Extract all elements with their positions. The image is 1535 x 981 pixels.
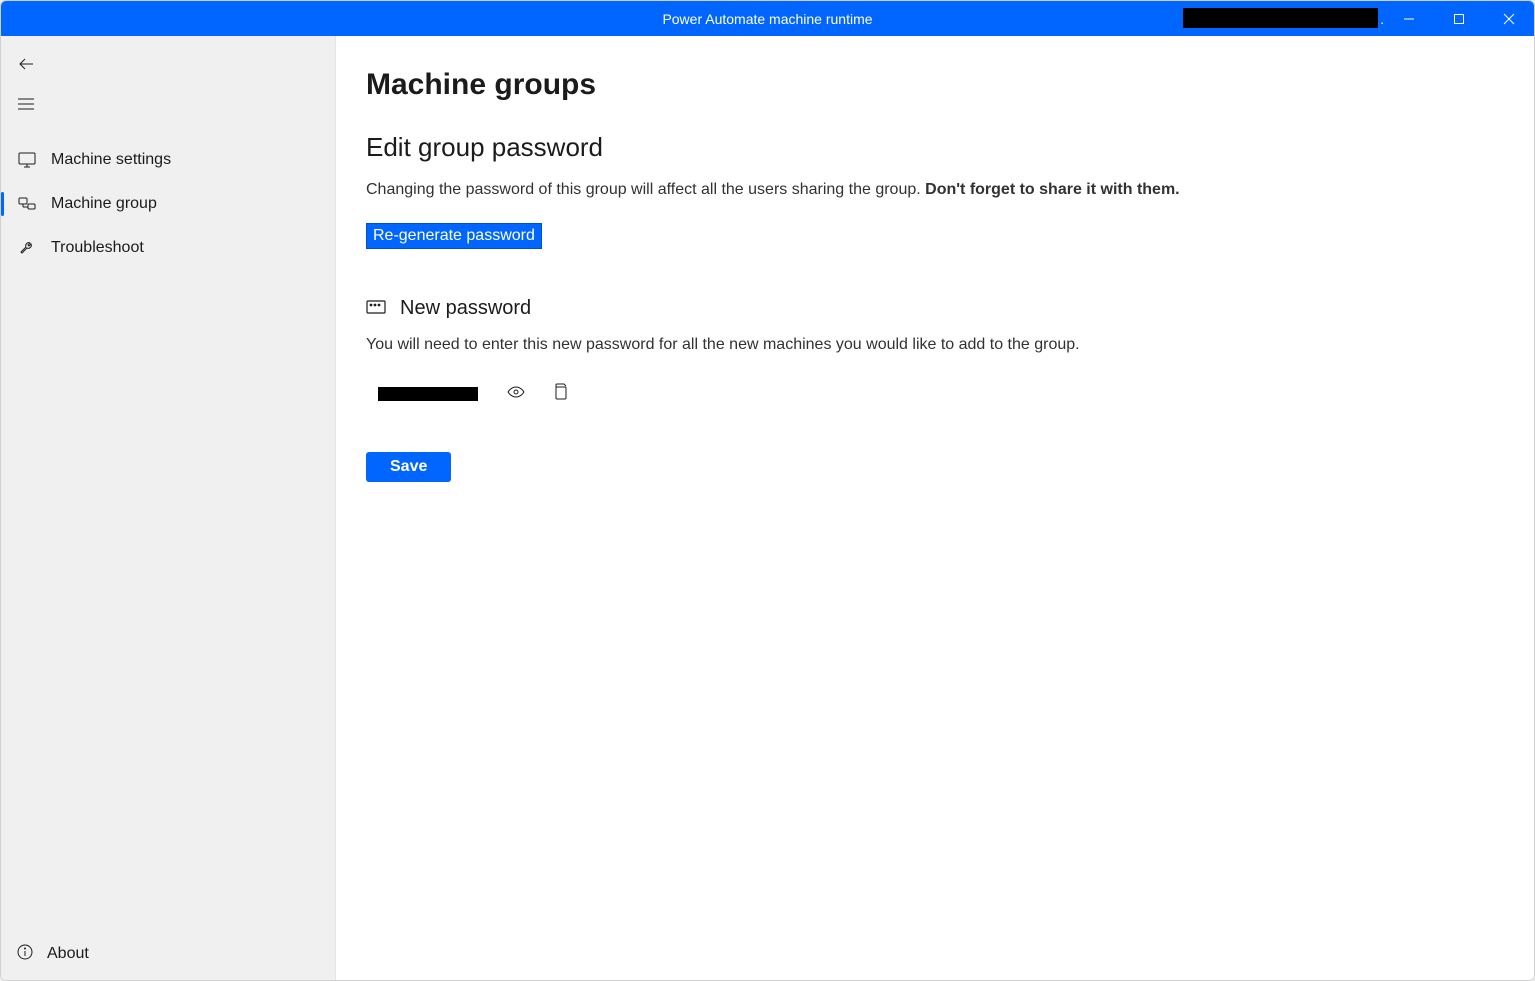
section-description: Changing the password of this group will…: [366, 181, 1534, 199]
sidebar-item-about[interactable]: About: [1, 932, 335, 976]
about-label: About: [47, 945, 89, 963]
back-button[interactable]: [1, 46, 335, 86]
password-value-masked[interactable]: [378, 387, 478, 401]
info-icon: [17, 944, 33, 965]
sidebar-item-troubleshoot[interactable]: Troubleshoot: [1, 226, 335, 270]
eye-icon: [507, 385, 525, 404]
sidebar-item-machine-settings[interactable]: Machine settings: [1, 138, 335, 182]
reveal-password-button[interactable]: [504, 382, 528, 406]
arrow-left-icon: [17, 55, 35, 78]
save-button[interactable]: Save: [366, 452, 451, 482]
new-password-description: You will need to enter this new password…: [366, 336, 1534, 354]
section-title: Edit group password: [366, 132, 1534, 163]
monitor-icon: [17, 152, 37, 168]
close-button[interactable]: [1484, 1, 1534, 36]
sidebar-item-machine-group[interactable]: Machine group: [1, 182, 335, 226]
password-row: [366, 382, 1534, 406]
sidebar-top-icons: [1, 46, 335, 126]
window-title: Power Automate machine runtime: [662, 11, 872, 27]
titlebar: Power Automate machine runtime .: [1, 1, 1534, 36]
page-title: Machine groups: [366, 68, 1534, 102]
nav-list: Machine settings Machine group Troublesh…: [1, 138, 335, 270]
sidebar-item-label: Troubleshoot: [51, 239, 144, 257]
sidebar-item-label: Machine group: [51, 195, 157, 213]
new-password-label: New password: [400, 297, 531, 320]
app-window: Power Automate machine runtime .: [0, 0, 1535, 981]
group-icon: [17, 196, 37, 212]
section-desc-strong: Don't forget to share it with them.: [925, 181, 1179, 198]
main-content: Machine groups Edit group password Chang…: [336, 36, 1534, 980]
copy-password-button[interactable]: [548, 382, 572, 406]
copy-icon: [552, 383, 568, 406]
hamburger-icon: [17, 97, 35, 116]
regenerate-password-button[interactable]: Re-generate password: [366, 223, 542, 249]
sidebar-item-label: Machine settings: [51, 151, 171, 169]
user-account-region[interactable]: [1183, 8, 1378, 28]
maximize-button[interactable]: [1434, 1, 1484, 36]
password-field-icon: [366, 297, 386, 320]
wrench-icon: [17, 239, 37, 257]
new-password-heading: New password: [366, 297, 1534, 320]
window-controls: [1384, 1, 1534, 36]
minimize-button[interactable]: [1384, 1, 1434, 36]
sidebar: Machine settings Machine group Troublesh…: [1, 36, 336, 980]
section-desc-text: Changing the password of this group will…: [366, 181, 925, 198]
hamburger-button[interactable]: [1, 86, 335, 126]
app-body: Machine settings Machine group Troublesh…: [1, 36, 1534, 980]
